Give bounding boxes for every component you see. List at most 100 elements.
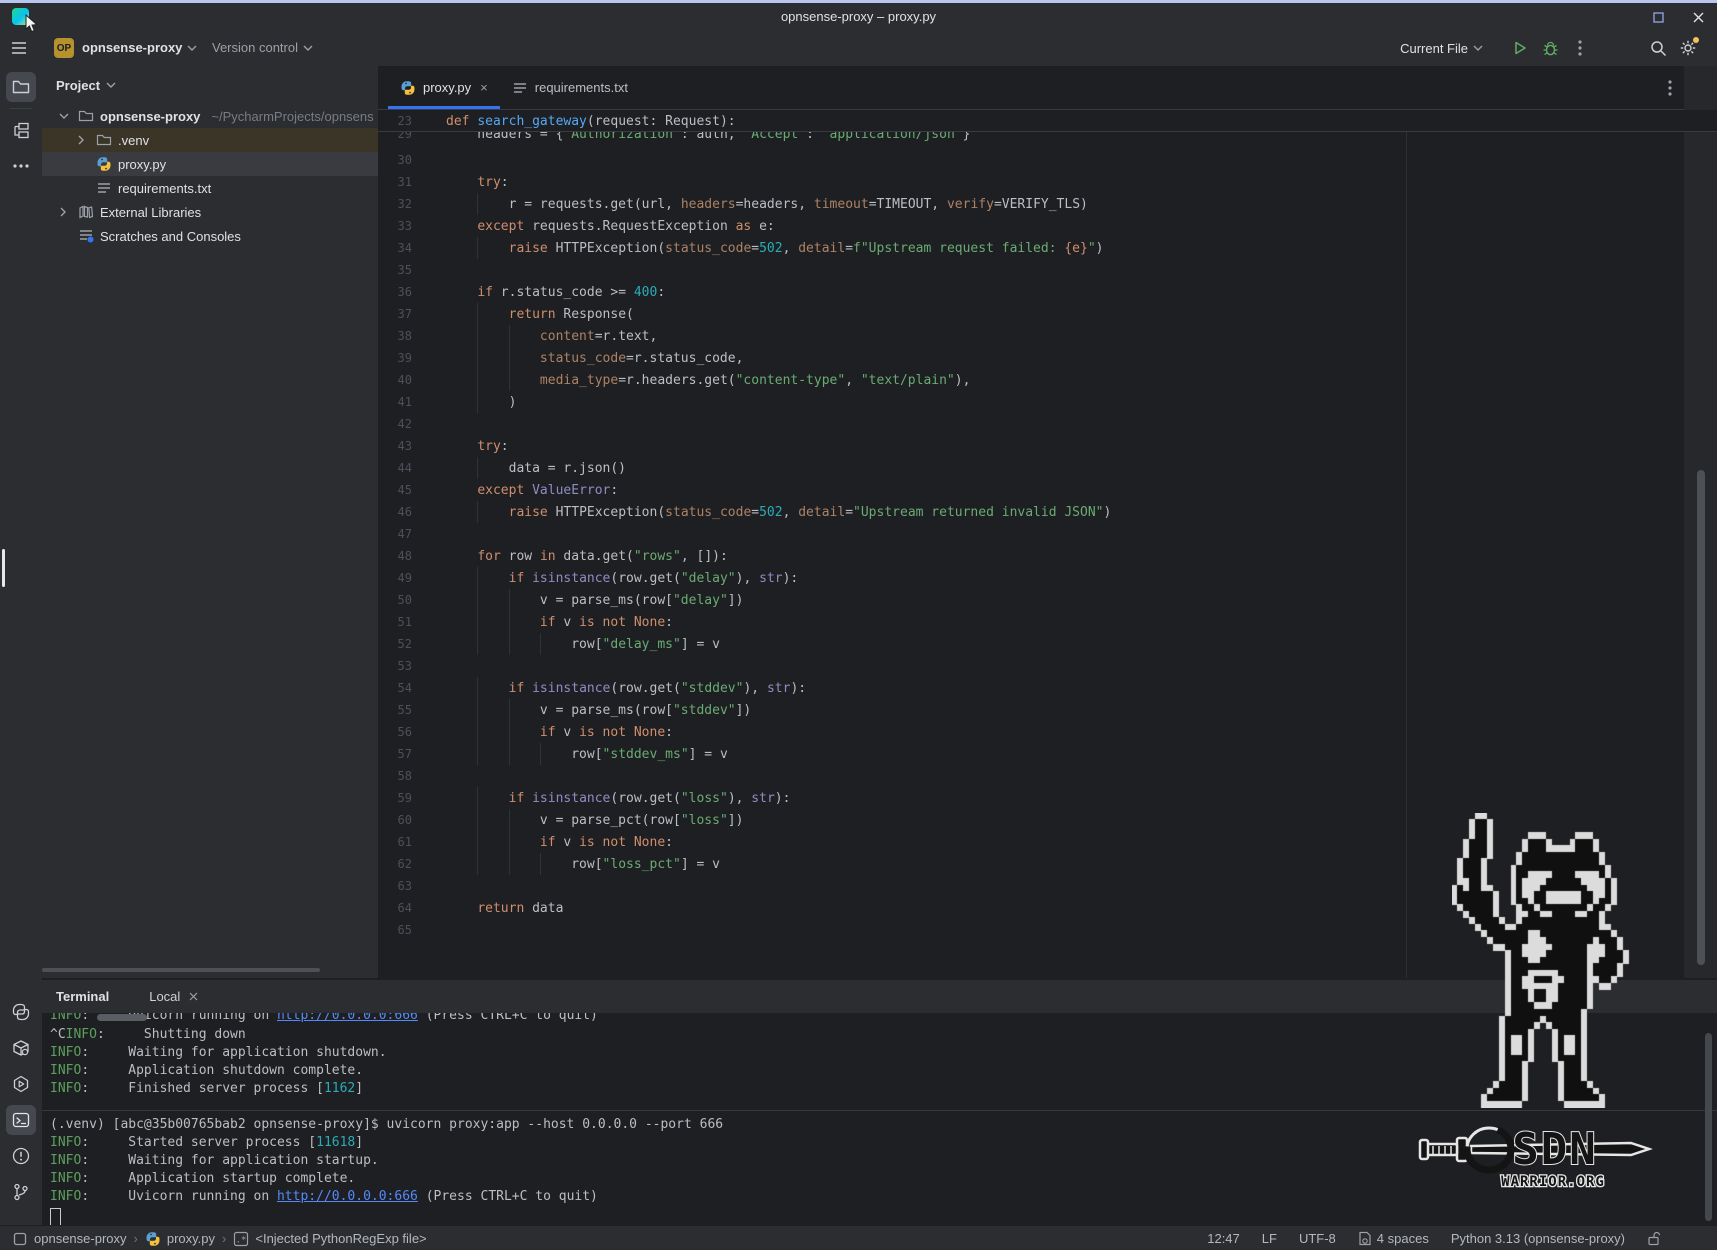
tree-chevron-right[interactable] [74,134,90,146]
tree-item-opnsense-proxy[interactable]: opnsense-proxy~/PycharmProjects/opnsens [42,104,378,128]
tree-item--venv[interactable]: .venv [42,128,378,152]
project-switcher[interactable]: opnsense-proxy [82,40,197,55]
editor-scrollbar-thumb[interactable] [1697,470,1705,965]
line-number: 23 [378,114,422,128]
tab-close-icon[interactable]: × [480,80,488,95]
indent-style[interactable]: 4 spaces [1358,1231,1429,1246]
caret-position[interactable]: 12:47 [1207,1231,1240,1246]
run-button[interactable] [1505,33,1535,63]
code-line-39[interactable]: 39 status_code=r.status_code, [378,347,1717,369]
code-line-52[interactable]: 52 row["delay_ms"] = v [378,633,1717,655]
editor-tab-proxy-py[interactable]: proxy.py× [388,66,500,109]
line-number: 57 [378,747,422,761]
code-line-59[interactable]: 59 if isinstance(row.get("loss"), str): [378,787,1717,809]
tree-item-external-libraries[interactable]: External Libraries [42,200,378,224]
line-number: 47 [378,527,422,541]
breadcrumb-item[interactable]: opnsense-proxy [12,1231,127,1247]
settings-button[interactable] [1673,33,1703,63]
code-line-41[interactable]: 41 ) [378,391,1717,413]
line-number: 63 [378,879,422,893]
line-separator[interactable]: LF [1262,1231,1277,1246]
code-line-55[interactable]: 55 v = parse_ms(row["stddev"]) [378,699,1717,721]
lock-open-icon[interactable] [1647,1231,1661,1246]
code-line-30[interactable]: 30 [378,149,1717,171]
terminal-scrollbar-thumb[interactable] [1705,1033,1712,1221]
tree-item-label: proxy.py [118,157,166,172]
tree-chevron-right[interactable] [56,206,72,218]
sticky-code-line[interactable]: 23def search_gateway(request: Request): [378,110,1717,132]
maximize-button[interactable] [1650,9,1666,25]
run-configuration-selector[interactable]: Current File [1400,41,1483,56]
code-line-44[interactable]: 44 data = r.json() [378,457,1717,479]
breadcrumb-item[interactable]: .*<Injected PythonRegExp file> [233,1231,426,1247]
search-everywhere-button[interactable] [1643,33,1673,63]
code-line-34[interactable]: 34 raise HTTPException(status_code=502, … [378,237,1717,259]
tree-item-label: .venv [118,133,149,148]
code-line-48[interactable]: 48 for row in data.get("rows", []): [378,545,1717,567]
main-menu-button[interactable] [11,41,27,55]
python-console-tool-button[interactable] [6,997,36,1027]
project-avatar[interactable]: OP [54,38,74,58]
code-line-29[interactable]: 29 headers = {"Authorization": auth, "Ac… [378,131,1717,145]
python-interpreter[interactable]: Python 3.13 (opnsense-proxy) [1451,1231,1625,1246]
code-line-40[interactable]: 40 media_type=r.headers.get("content-typ… [378,369,1717,391]
line-number: 40 [378,373,422,387]
code-line-37[interactable]: 37 return Response( [378,303,1717,325]
code-line-32[interactable]: 32 r = requests.get(url, headers=headers… [378,193,1717,215]
breadcrumb-item[interactable]: proxy.py [145,1231,215,1247]
more-tool-windows-button[interactable] [6,151,36,181]
terminal-tab-local[interactable]: Local [149,989,198,1004]
code-line-31[interactable]: 31 try: [378,171,1717,193]
problems-tool-button[interactable] [6,1141,36,1171]
tab-options-icon[interactable] [1668,80,1672,96]
git-tool-button[interactable] [6,1177,36,1207]
code-line-51[interactable]: 51 if v is not None: [378,611,1717,633]
services-tool-button[interactable] [6,1069,36,1099]
structure-tool-button[interactable] [6,115,36,145]
code-line-53[interactable]: 53 [378,655,1717,677]
warrior-pixel-art [1452,813,1630,1108]
line-number: 41 [378,395,422,409]
tree-item-proxy-py[interactable]: proxy.py [42,152,378,176]
code-line-47[interactable]: 47 [378,523,1717,545]
terminal-tool-button[interactable] [6,1105,36,1135]
line-number: 64 [378,901,422,915]
code-line-43[interactable]: 43 try: [378,435,1717,457]
code-line-35[interactable]: 35 [378,259,1717,281]
code-line-33[interactable]: 33 except requests.RequestException as e… [378,215,1717,237]
main-toolbar: OP opnsense-proxy Version control Curren… [0,30,1717,66]
code-line-36[interactable]: 36 if r.status_code >= 400: [378,281,1717,303]
close-icon[interactable] [189,992,198,1001]
editor-tab-requirements-txt[interactable]: requirements.txt [500,66,640,109]
project-panel-header[interactable]: Project [42,66,378,104]
close-button[interactable] [1690,9,1706,25]
python-icon [400,80,416,96]
code-line-38[interactable]: 38 content=r.text, [378,325,1717,347]
code-line-57[interactable]: 57 row["stddev_ms"] = v [378,743,1717,765]
tree-chevron-down[interactable] [56,111,72,121]
line-number: 49 [378,571,422,585]
project-tool-button[interactable] [6,72,36,102]
code-line-42[interactable]: 42 [378,413,1717,435]
title-bar[interactable]: opnsense-proxy – proxy.py [0,3,1717,30]
code-line-56[interactable]: 56 if v is not None: [378,721,1717,743]
python-packages-tool-button[interactable] [6,1033,36,1063]
file-encoding[interactable]: UTF-8 [1299,1231,1336,1246]
tree-item-requirements-txt[interactable]: requirements.txt [42,176,378,200]
tree-item-scratches-and-consoles[interactable]: Scratches and Consoles [42,224,378,248]
vcs-widget[interactable]: Version control [212,40,313,55]
tree-item-label: requirements.txt [118,181,211,196]
line-number: 30 [378,153,422,167]
code-line-49[interactable]: 49 if isinstance(row.get("delay"), str): [378,567,1717,589]
debug-button[interactable] [1535,33,1565,63]
code-line-46[interactable]: 46 raise HTTPException(status_code=502, … [378,501,1717,523]
more-actions-button[interactable] [1565,33,1595,63]
line-number: 34 [378,241,422,255]
code-line-45[interactable]: 45 except ValueError: [378,479,1717,501]
code-line-54[interactable]: 54 if isinstance(row.get("stddev"), str)… [378,677,1717,699]
settings-notification-dot [1693,37,1699,43]
project-horizontal-scrollbar[interactable] [42,968,320,972]
code-line-50[interactable]: 50 v = parse_ms(row["delay"]) [378,589,1717,611]
code-line-23[interactable]: 23def search_gateway(request: Request): [378,110,736,132]
code-line-58[interactable]: 58 [378,765,1717,787]
